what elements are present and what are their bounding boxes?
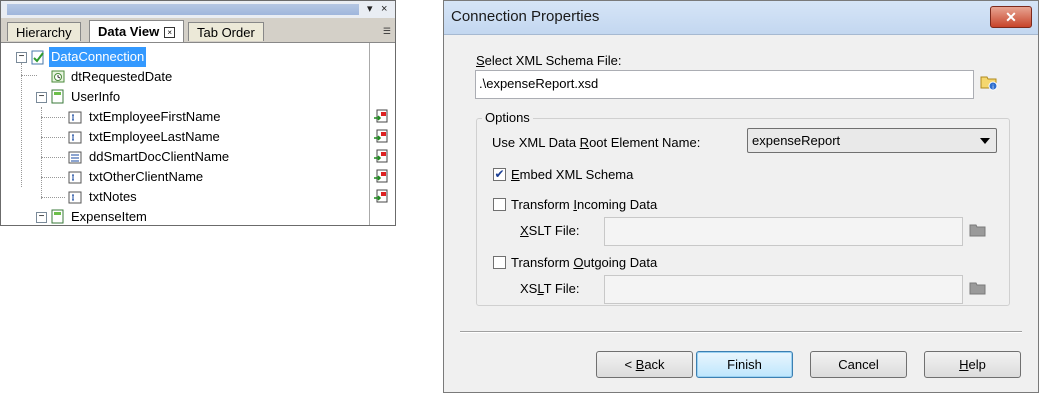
text-field-icon: [68, 111, 82, 124]
collapse-icon[interactable]: −: [36, 212, 47, 223]
tree-item-ddsmartdocclientname[interactable]: ddSmartDocClientName: [1, 147, 369, 167]
tree-item-label: txtOtherClientName: [89, 169, 204, 184]
tab-data-view[interactable]: Data View ×: [89, 20, 185, 42]
transform-incoming-label: Transform Incoming Data: [511, 197, 658, 212]
browse-folder-icon[interactable]: [969, 221, 987, 239]
binding-icon[interactable]: [373, 189, 388, 204]
panel-tabs: Hierarchy Data View × Tab Order ☰: [1, 18, 395, 43]
tree-item-userinfo[interactable]: − UserInfo: [1, 87, 369, 107]
group-node-icon: [51, 209, 64, 224]
collapse-icon[interactable]: −: [16, 52, 27, 63]
dialog-title: Connection Properties: [451, 8, 600, 25]
tree-item-expenseitem[interactable]: − ExpenseItem: [1, 207, 369, 225]
transform-outgoing-label: Transform Outgoing Data: [511, 255, 658, 270]
root-element-label: Use XML Data Root Element Name:: [492, 135, 701, 150]
tree-item-label: txtEmployeeFirstName: [89, 109, 221, 124]
tree-item-label: ddSmartDocClientName: [89, 149, 230, 164]
tree-item-label: DataConnection: [49, 47, 147, 67]
binding-icon[interactable]: [373, 149, 388, 164]
embed-schema-label: Embed XML Schema: [511, 167, 634, 182]
collapse-icon[interactable]: −: [36, 92, 47, 103]
panel-close-icon[interactable]: ×: [381, 1, 387, 18]
tab-tab-order[interactable]: Tab Order: [188, 22, 264, 41]
tree-item-label: UserInfo: [71, 89, 121, 104]
chevron-down-icon: [980, 138, 990, 144]
data-connection-icon: [31, 50, 44, 65]
tree-item-txtemployeefirstname[interactable]: txtEmployeeFirstName: [1, 107, 369, 127]
tree-item-dtrequesteddate[interactable]: dtRequestedDate: [1, 67, 369, 87]
browse-folder-icon[interactable]: [969, 279, 987, 297]
text-field-icon: [68, 191, 82, 204]
binding-icon[interactable]: [373, 169, 388, 184]
root-element-select[interactable]: expenseReport: [747, 128, 997, 153]
xslt-incoming-input[interactable]: [604, 217, 963, 246]
finish-button[interactable]: Finish: [696, 351, 793, 378]
tab-hierarchy[interactable]: Hierarchy: [7, 22, 81, 41]
options-legend: Options: [482, 110, 533, 125]
schema-file-label: Select XML Schema File:: [476, 53, 622, 68]
group-node-icon: [51, 89, 64, 104]
binding-icon[interactable]: [373, 109, 388, 124]
tree-item-dataconnection[interactable]: − DataConnection: [1, 47, 369, 67]
text-field-icon: [68, 171, 82, 184]
text-field-icon: [68, 131, 82, 144]
root-element-value: expenseReport: [752, 133, 841, 148]
xslt-outgoing-input[interactable]: [604, 275, 963, 304]
tree-item-txtnotes[interactable]: txtNotes: [1, 187, 369, 207]
tree-item-label: txtEmployeeLastName: [89, 129, 220, 144]
tab-overflow-icon[interactable]: ☰: [383, 26, 391, 37]
binding-icon[interactable]: [373, 129, 388, 144]
tab-data-view-label: Data View: [98, 24, 160, 39]
tab-close-icon[interactable]: ×: [164, 27, 176, 39]
tree-item-label: ExpenseItem: [71, 209, 147, 224]
dropdown-field-icon: [68, 151, 82, 164]
tree-item-txtemployeelastname[interactable]: txtEmployeeLastName: [1, 127, 369, 147]
cancel-button[interactable]: Cancel: [810, 351, 907, 378]
xslt-outgoing-label: XSLT File:: [520, 281, 580, 296]
transform-outgoing-checkbox[interactable]: [493, 256, 506, 269]
dialog-titlebar: Connection Properties ✕: [444, 1, 1038, 35]
transform-incoming-checkbox[interactable]: [493, 198, 506, 211]
connection-properties-dialog: Connection Properties ✕ Select XML Schem…: [443, 0, 1039, 393]
bind-column-divider: [369, 43, 370, 225]
panel-menu-icon[interactable]: ▾: [367, 1, 373, 18]
close-button[interactable]: ✕: [990, 6, 1032, 28]
data-tree: − DataConnection dtRequestedDate − UserI…: [1, 43, 369, 225]
panel-titlebar: ▾ ×: [1, 1, 395, 18]
data-source-panel: ▾ × Hierarchy Data View × Tab Order ☰ − D…: [0, 0, 396, 226]
tree-item-label: dtRequestedDate: [71, 69, 173, 84]
footer-separator: [460, 331, 1022, 333]
browse-folder-icon[interactable]: i: [980, 73, 998, 91]
embed-schema-checkbox[interactable]: ✔: [493, 168, 506, 181]
schema-file-input[interactable]: .\expenseReport.xsd: [475, 70, 974, 99]
svg-text:i: i: [992, 85, 993, 91]
xslt-incoming-label: XSLT File:: [520, 223, 580, 238]
back-button[interactable]: < Back: [596, 351, 693, 378]
date-field-icon: [51, 70, 65, 83]
tree-item-txtotherclientname[interactable]: txtOtherClientName: [1, 167, 369, 187]
panel-title-bar: [7, 4, 359, 15]
tree-item-label: txtNotes: [89, 189, 137, 204]
help-button[interactable]: Help: [924, 351, 1021, 378]
